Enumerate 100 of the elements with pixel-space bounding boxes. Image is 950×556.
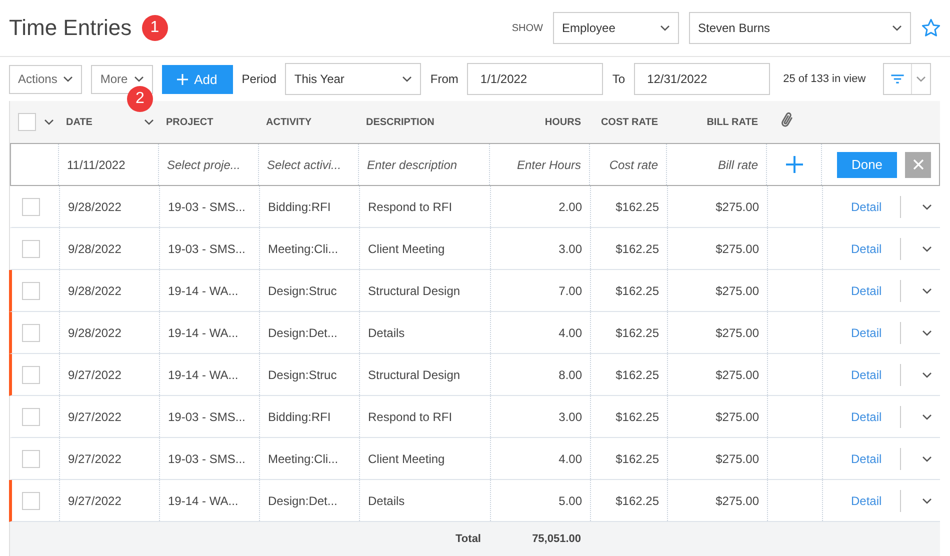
expand-button[interactable] <box>920 370 934 380</box>
date-cell: 9/27/2022 <box>60 480 160 521</box>
hours-cell: 2.00 <box>491 186 591 227</box>
date-cell: 9/27/2022 <box>60 396 160 437</box>
project-cell: 19-03 - SMS... <box>160 396 260 437</box>
project-cell: 19-14 - WA... <box>160 480 260 521</box>
date-cell[interactable]: 11/11/2022 <box>59 144 159 185</box>
from-label: From <box>430 72 458 86</box>
detail-link[interactable]: Detail <box>851 326 882 340</box>
chevron-down-icon <box>144 119 154 125</box>
close-button[interactable] <box>905 152 931 178</box>
activity-cell: Design:Det... <box>260 480 360 521</box>
activity-cell: Bidding:RFI <box>260 186 360 227</box>
hours-field[interactable]: Enter Hours <box>490 144 590 185</box>
row-checkbox[interactable] <box>22 408 40 426</box>
show-by-dropdown[interactable]: Employee <box>553 12 679 44</box>
detail-link[interactable]: Detail <box>851 284 882 298</box>
detail-link[interactable]: Detail <box>851 452 882 466</box>
detail-link[interactable]: Detail <box>851 200 882 214</box>
row-checkbox[interactable] <box>22 240 40 258</box>
plus-icon[interactable] <box>786 156 802 173</box>
bill-rate-cell: $275.00 <box>668 396 768 437</box>
hours-cell: 8.00 <box>491 354 591 395</box>
description-cell: Client Meeting <box>360 228 491 269</box>
detail-link[interactable]: Detail <box>851 242 882 256</box>
chevron-down-icon <box>922 414 932 420</box>
detail-link[interactable]: Detail <box>851 410 882 424</box>
row-checkbox[interactable] <box>22 198 40 216</box>
row-checkbox[interactable] <box>22 282 40 300</box>
plus-icon <box>177 74 188 84</box>
activity-cell: Design:Struc <box>260 354 360 395</box>
activity-cell: Bidding:RFI <box>260 396 360 437</box>
activity-cell: Meeting:Cli... <box>260 438 360 479</box>
detail-link[interactable]: Detail <box>851 494 882 508</box>
expand-button[interactable] <box>920 496 934 506</box>
bill-rate-cell: $275.00 <box>668 480 768 521</box>
column-header[interactable]: ACTIVITY <box>258 116 358 128</box>
person-dropdown[interactable]: Steven Burns <box>689 12 911 44</box>
chevron-down-icon <box>922 246 932 252</box>
cost-rate-field[interactable]: Cost rate <box>590 144 667 185</box>
chevron-down-icon <box>922 288 932 294</box>
chevron-down-icon <box>134 76 144 82</box>
date-cell: 9/28/2022 <box>60 312 160 353</box>
hours-cell: 4.00 <box>491 438 591 479</box>
row-checkbox[interactable] <box>22 450 40 468</box>
filter-button[interactable] <box>882 63 931 95</box>
bill-rate-cell: $275.00 <box>668 270 768 311</box>
activity-cell: Design:Det... <box>260 312 360 353</box>
bill-rate-cell: $275.00 <box>668 228 768 269</box>
step-badge: 1 <box>142 15 168 41</box>
view-count: 25 of 133 in view <box>783 73 866 85</box>
select-all-checkbox[interactable] <box>18 113 36 131</box>
expand-button[interactable] <box>920 202 934 212</box>
cost-rate-cell: $162.25 <box>591 354 668 395</box>
cost-rate-cell: $162.25 <box>591 480 668 521</box>
total-hours: 75,051.00 <box>531 533 582 545</box>
column-header[interactable]: DATE <box>58 116 100 128</box>
bill-rate-field[interactable]: Bill rate <box>667 144 767 185</box>
date-cell: 9/28/2022 <box>60 186 160 227</box>
chevron-down-icon <box>922 498 932 504</box>
cost-rate-cell: $162.25 <box>591 438 668 479</box>
expand-button[interactable] <box>920 286 934 296</box>
cost-rate-cell: $162.25 <box>591 186 668 227</box>
bill-rate-cell: $275.00 <box>668 438 768 479</box>
column-header[interactable]: HOURS <box>489 116 589 128</box>
actions-button[interactable]: Actions <box>9 64 82 94</box>
row-checkbox[interactable] <box>22 366 40 384</box>
hours-cell: 5.00 <box>491 480 591 521</box>
expand-button[interactable] <box>920 328 934 338</box>
project-cell: 19-03 - SMS... <box>160 438 260 479</box>
total-label: Total <box>454 533 482 545</box>
cost-rate-cell: $162.25 <box>591 396 668 437</box>
period-dropdown[interactable]: This Year <box>285 63 422 95</box>
description-cell: Respond to RFI <box>360 396 491 437</box>
hours-cell: 7.00 <box>491 270 591 311</box>
column-header[interactable]: COST RATE <box>589 116 666 128</box>
chevron-down-icon <box>922 330 932 336</box>
star-icon[interactable] <box>921 18 941 38</box>
description-field[interactable]: Enter description <box>359 144 490 185</box>
expand-button[interactable] <box>920 454 934 464</box>
date-cell: 9/28/2022 <box>60 270 160 311</box>
column-header[interactable]: BILL RATE <box>666 116 766 128</box>
detail-link[interactable]: Detail <box>851 368 882 382</box>
row-checkbox[interactable] <box>22 492 40 510</box>
paperclip-icon <box>780 110 794 128</box>
chevron-down-icon <box>892 25 902 31</box>
column-header[interactable]: DESCRIPTION <box>358 116 489 128</box>
bill-rate-cell: $275.00 <box>668 186 768 227</box>
from-date-field[interactable]: 1/1/2022 <box>467 63 604 95</box>
expand-button[interactable] <box>920 412 934 422</box>
column-header[interactable]: PROJECT <box>158 116 258 128</box>
more-button[interactable]: More <box>91 64 153 94</box>
bill-rate-cell: $275.00 <box>668 354 768 395</box>
expand-button[interactable] <box>920 244 934 254</box>
date-cell: 9/27/2022 <box>60 354 160 395</box>
activity-field[interactable]: Select activi... <box>259 144 359 185</box>
row-checkbox[interactable] <box>22 324 40 342</box>
project-field[interactable]: Select proje... <box>159 144 259 185</box>
cost-rate-cell: $162.25 <box>591 270 668 311</box>
to-date-field[interactable]: 12/31/2022 <box>634 63 770 95</box>
